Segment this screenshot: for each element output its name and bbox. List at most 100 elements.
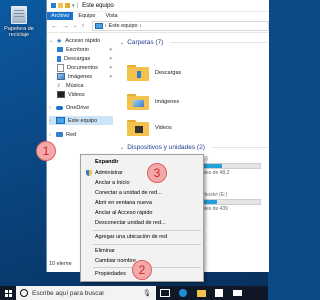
nav-label: Documentos — [67, 64, 98, 71]
folder-imagenes[interactable]: Imágenes — [127, 94, 179, 110]
menu-label: Abrir en ventana nueva — [95, 200, 152, 206]
store-button[interactable] — [210, 286, 228, 300]
menu-item-anclar-acceso[interactable]: Anclar al Acceso rápido — [81, 208, 203, 218]
address-box[interactable]: › Este equipo › — [91, 21, 269, 31]
nav-label: Este equipo — [68, 117, 98, 124]
nav-label: Descargas — [64, 55, 91, 62]
nav-label: Red — [66, 131, 77, 138]
mail-button[interactable] — [228, 286, 246, 300]
chevron-down-icon: ⌄ — [120, 144, 125, 151]
title-bar: ▾ | Este equipo — [47, 0, 269, 12]
documents-icon — [57, 63, 64, 72]
menu-item-administrar[interactable]: Administrar — [81, 168, 203, 178]
tab-archivo[interactable]: Archivo — [47, 12, 74, 20]
drive-e-free: ibles de 439 — [201, 206, 228, 212]
tab-vista[interactable]: Vista — [100, 12, 122, 20]
nav-quick-access[interactable]: ⌄ ★ Acceso rápido — [49, 36, 100, 45]
menu-label: Desconectar unidad de red... — [95, 220, 166, 226]
nav-item-documentos[interactable]: Documentos ✦ — [57, 63, 113, 72]
back-arrow-icon[interactable]: ← — [51, 23, 58, 30]
nav-network[interactable]: › Red — [49, 130, 76, 139]
file-explorer-taskbar-button[interactable] — [192, 286, 210, 300]
quick-access-toolbar: ▾ | — [51, 3, 78, 9]
chevron-down-icon[interactable]: ▾ — [72, 3, 75, 9]
videos-icon — [57, 91, 65, 98]
drive-e-name[interactable]: ivbostvi (E:) — [201, 192, 227, 198]
folder-label: Descargas — [155, 70, 182, 76]
pictures-icon — [57, 73, 65, 80]
menu-item-eliminar[interactable]: Eliminar — [81, 246, 203, 256]
mail-icon — [232, 290, 242, 296]
pc-small-icon — [51, 3, 56, 8]
downloads-folder-icon — [127, 65, 149, 81]
task-view-button[interactable] — [156, 286, 174, 300]
menu-label: Anclar a Inicio — [95, 180, 130, 186]
menu-label: Administrar — [95, 170, 123, 176]
menu-item-expandir[interactable]: Expandir — [81, 157, 203, 167]
window-title: Este equipo — [82, 2, 114, 9]
chevron-down-icon: ⌄ — [120, 39, 125, 46]
divider — [211, 147, 268, 148]
network-icon — [56, 132, 63, 137]
chevron-right-icon[interactable]: › — [49, 105, 53, 111]
menu-item-desconectar-unidad[interactable]: Desconectar unidad de red... — [81, 218, 203, 228]
devices-header[interactable]: ⌄ Dispositivos y unidades (2) — [120, 143, 268, 152]
this-pc-address-icon — [94, 23, 103, 29]
nav-item-descargas[interactable]: Descargas ✦ — [57, 54, 113, 63]
nav-this-pc[interactable]: › Este equipo — [49, 116, 113, 125]
menu-item-abrir-ventana[interactable]: Abrir en ventana nueva — [81, 198, 203, 208]
menu-label: Propiedades — [95, 271, 126, 277]
recycle-bin-shortcut[interactable]: Papelera de reciclaje — [4, 6, 34, 38]
quick-access-star-icon: ★ — [56, 37, 63, 45]
menu-item-conectar-unidad[interactable]: Conectar a unidad de red... — [81, 188, 203, 198]
forward-arrow-icon[interactable]: → — [62, 23, 69, 30]
start-button[interactable] — [0, 286, 16, 300]
nav-item-imagenes[interactable]: Imágenes ✦ — [57, 72, 113, 81]
file-explorer-icon — [196, 289, 206, 297]
mic-icon[interactable]: 🎙 — [143, 289, 151, 297]
chevron-down-icon[interactable]: ⌄ — [49, 38, 53, 44]
task-view-icon — [160, 289, 170, 297]
menu-separator — [93, 244, 201, 245]
address-sep-2: › — [139, 23, 142, 29]
properties-icon[interactable] — [58, 3, 63, 8]
taskbar: Escribe aquí para buscar 🎙 — [0, 286, 268, 300]
folder-label: Imágenes — [155, 99, 180, 105]
folders-header[interactable]: ⌄ Carpetas (7) — [120, 38, 268, 47]
nav-label: Videos — [68, 91, 85, 98]
menu-item-agregar-ubicacion[interactable]: Agregar una ubicación de red — [81, 232, 203, 242]
videos-folder-icon — [127, 120, 149, 136]
edge-button[interactable] — [174, 286, 192, 300]
up-arrow-icon[interactable]: ↑ — [81, 23, 85, 30]
nav-item-escritorio[interactable]: Escritorio ✦ — [57, 45, 113, 54]
nav-label: Imágenes — [68, 73, 93, 80]
annotation-number-1: 1 — [36, 141, 56, 161]
recycle-bin-icon — [11, 6, 27, 24]
ribbon-tabs: Archivo Equipo Vista — [47, 12, 269, 20]
taskbar-search-box[interactable]: Escribe aquí para buscar 🎙 — [16, 286, 156, 300]
desktop-icon — [57, 47, 63, 52]
menu-separator — [93, 230, 201, 231]
nav-onedrive[interactable]: › OneDrive — [49, 103, 89, 112]
pictures-folder-icon — [127, 94, 149, 110]
chevron-right-icon[interactable]: › — [49, 132, 53, 138]
pin-icon: ✦ — [108, 64, 113, 71]
tab-equipo[interactable]: Equipo — [73, 12, 100, 20]
folder-descargas[interactable]: Descargas — [127, 65, 181, 81]
menu-item-anclar-inicio[interactable]: Anclar a Inicio — [81, 178, 203, 188]
address-sep: › — [104, 23, 107, 29]
nav-item-videos[interactable]: Videos — [57, 90, 85, 99]
nav-label: Música — [66, 82, 84, 89]
chevron-right-icon[interactable]: › — [49, 118, 53, 124]
address-text: Este equipo — [108, 23, 138, 29]
folder-videos[interactable]: Videos — [127, 120, 172, 136]
menu-label: Eliminar — [95, 248, 115, 254]
new-folder-icon[interactable] — [65, 3, 70, 8]
nav-item-musica[interactable]: ♪ Música — [57, 81, 83, 90]
menu-label: Agregar una ubicación de red — [95, 234, 168, 240]
section-title: Dispositivos y unidades (2) — [127, 144, 205, 151]
annotation-number-2: 2 — [132, 260, 152, 280]
divider — [170, 42, 268, 43]
pin-icon: ✦ — [108, 46, 113, 53]
recent-chevron-icon[interactable]: ⌄ — [73, 23, 77, 29]
